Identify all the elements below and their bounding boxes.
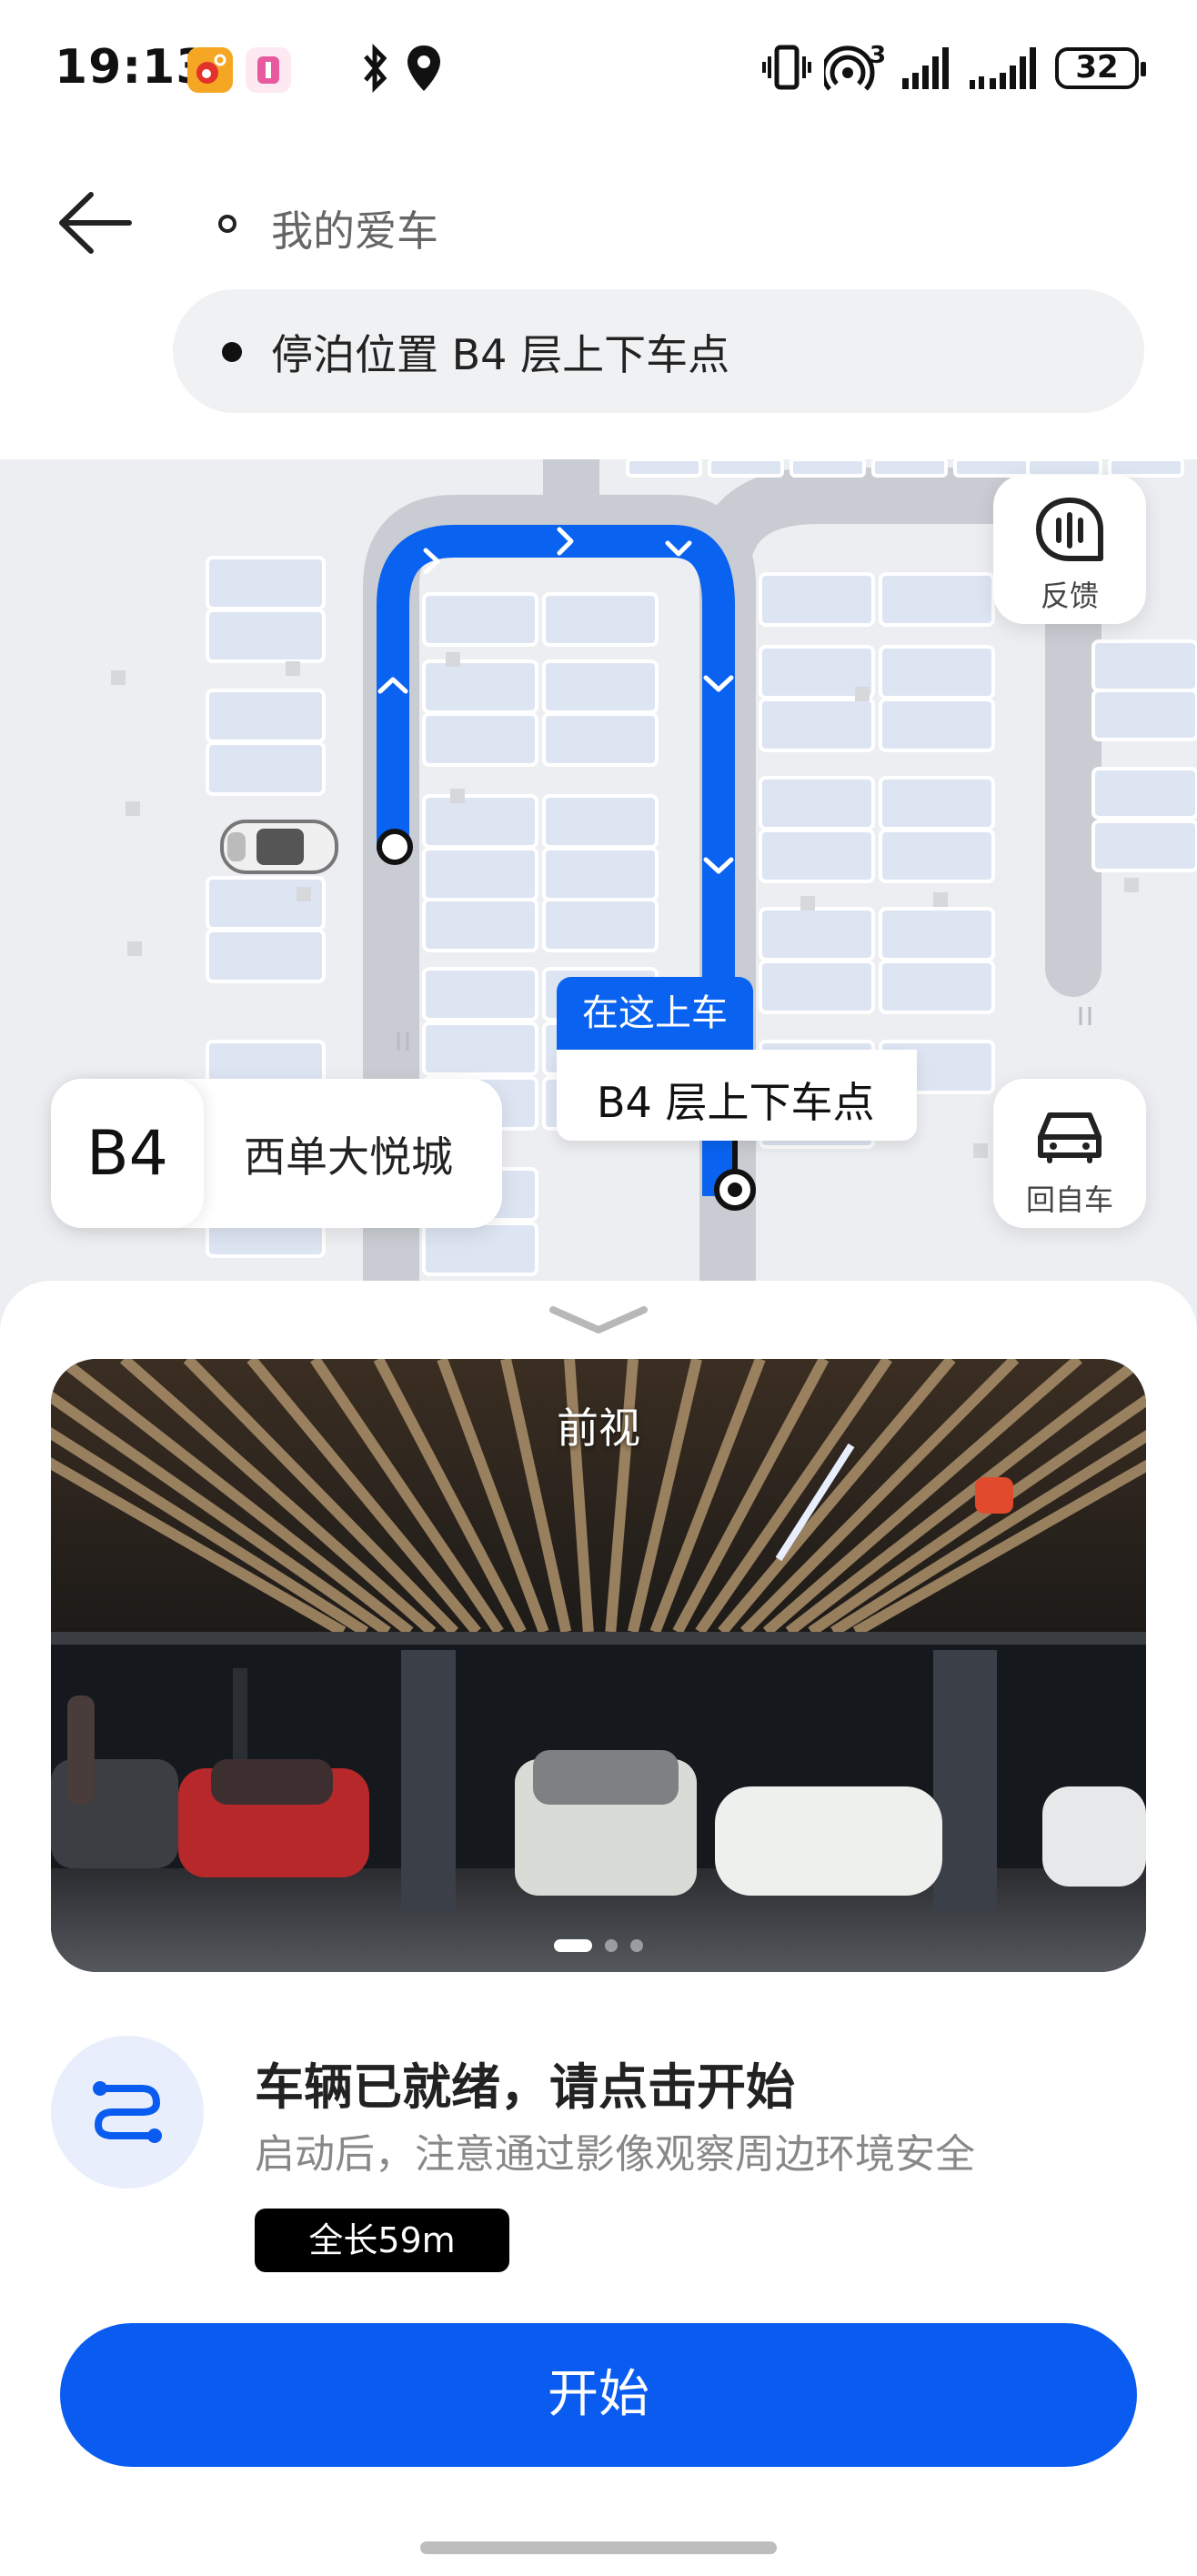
origin-marker [377, 829, 413, 865]
feedback-icon [1036, 498, 1103, 561]
route-length-badge: 全长59m [255, 2209, 509, 2272]
signal-icon-2 [970, 47, 1036, 89]
status-time: 19:13 [55, 40, 210, 95]
location-icon [407, 45, 440, 91]
ready-subtitle: 启动后，注意通过影像观察周边环境安全 [255, 2131, 975, 2178]
mall-name: 西单大悦城 [244, 1132, 453, 1182]
feedback-label: 反馈 [1040, 579, 1099, 613]
home-indicator[interactable] [420, 2541, 777, 2554]
hotspot-icon [824, 45, 875, 91]
car-icon [1038, 1112, 1101, 1163]
pickup-tag: 在这上车 [557, 977, 753, 1050]
page-dot [554, 1939, 592, 1952]
signal-icon [902, 47, 949, 89]
origin-dot-icon [218, 215, 236, 233]
pickup-point-label: B4 层上下车点 [597, 1078, 875, 1127]
destination-dot-icon [222, 342, 242, 362]
destination-label: 停泊位置 B4 层上下车点 [271, 330, 730, 379]
camera-label: 前视 [557, 1404, 640, 1453]
return-to-car-label: 回自车 [1025, 1182, 1113, 1217]
floor-selector[interactable]: B4 西单大悦城 [51, 1079, 502, 1228]
bluetooth-icon [364, 43, 387, 94]
route-status-icon-wrap [51, 2036, 204, 2189]
app-notification-icon [246, 47, 291, 93]
pickup-point-card[interactable]: B4 层上下车点 [557, 1050, 917, 1141]
ready-title: 车辆已就绪，请点击开始 [255, 2058, 795, 2116]
battery-level: 32 [1075, 49, 1119, 86]
page-dot [605, 1939, 618, 1952]
weibo-app-icon [187, 47, 233, 93]
destination-field[interactable]: 停泊位置 B4 层上下车点 [173, 289, 1144, 413]
return-to-car-button[interactable]: 回自车 [993, 1079, 1146, 1228]
vibrate-icon [762, 45, 811, 90]
camera-page-indicator [51, 1939, 1146, 1952]
route-icon [93, 2081, 162, 2143]
my-car-icon [220, 820, 338, 874]
feedback-button[interactable]: 反馈 [993, 475, 1146, 624]
battery-icon: 32 [1055, 47, 1146, 89]
chevron-down-icon[interactable] [544, 1295, 653, 1341]
back-arrow-icon[interactable] [51, 182, 142, 264]
origin-label: 我的爱车 [271, 206, 438, 256]
camera-view[interactable]: 前视 [51, 1359, 1146, 1972]
start-button[interactable]: 开始 [60, 2323, 1137, 2467]
page-dot [630, 1939, 643, 1952]
signal-superscript: 3 [870, 42, 887, 69]
floor-chip[interactable]: B4 [51, 1079, 204, 1228]
